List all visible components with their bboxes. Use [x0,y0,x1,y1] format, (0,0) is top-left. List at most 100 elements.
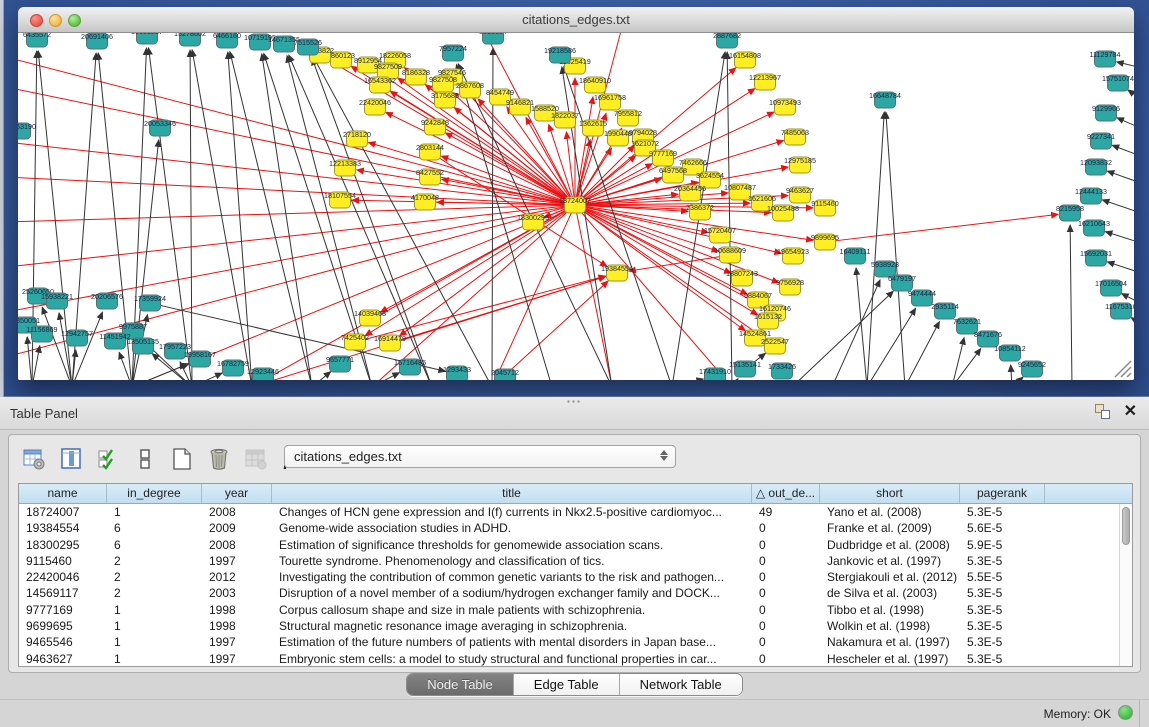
tab-network-table[interactable]: Network Table [620,674,742,695]
cell[interactable]: Estimation of the future numbers of pati… [272,634,752,650]
table-row[interactable]: 1830029562008Estimation of significance … [19,537,1132,553]
memory-ok-indicator[interactable] [1118,705,1133,720]
table-row[interactable]: 1872400712008Changes of HCN gene express… [19,504,1132,520]
cell[interactable]: 0 [752,618,820,634]
column-header-short[interactable]: short [820,484,960,503]
cell[interactable]: 5.3E-5 [960,585,1045,601]
cell[interactable]: 0 [752,634,820,650]
graph-edge[interactable] [1011,365,1012,380]
cell[interactable]: 0 [752,602,820,618]
cell[interactable]: 18300295 [19,537,107,553]
graph-edge[interactable] [357,170,567,204]
graph-edge[interactable] [566,132,574,197]
cell[interactable]: 6 [107,537,202,553]
graph-edge[interactable] [672,379,703,380]
cell[interactable]: 1997 [202,553,272,569]
cell[interactable]: 1 [107,602,202,618]
cell[interactable]: 0 [752,651,820,667]
cell[interactable]: 5.3E-5 [960,602,1045,618]
cell[interactable]: 5.3E-5 [960,651,1045,667]
graph-edge[interactable] [1117,118,1134,127]
graph-edge[interactable] [727,52,732,380]
cell[interactable]: 5.3E-5 [960,553,1045,569]
splitter-grip-icon[interactable] [566,399,580,405]
graph-edge[interactable] [1070,225,1072,380]
table-options-icon[interactable] [21,446,47,472]
cell[interactable]: 2003 [202,585,272,601]
cell[interactable]: 0 [752,553,820,569]
graph-edge[interactable] [732,379,738,380]
cell[interactable]: 1998 [202,618,272,634]
graph-edge[interactable] [149,48,192,380]
cell[interactable]: Wolkin et al. (1998) [820,618,960,634]
cell[interactable]: 1 [107,504,202,520]
graph-edge[interactable] [792,291,893,380]
graph-edge[interactable] [18,205,567,222]
cell[interactable]: 2 [107,585,202,601]
table-row[interactable]: 1456911722003Disruption of a novel membe… [19,585,1132,601]
graph-edge[interactable] [372,373,399,380]
network-canvas[interactable]: 1872400711325419182260589860123891295498… [18,33,1134,380]
cell[interactable]: 9699695 [19,618,107,634]
cell[interactable]: 1997 [202,634,272,650]
cell[interactable]: Tibbo et al. (1998) [820,602,960,618]
cell[interactable]: Embryonic stem cells: a model to study s… [272,651,752,667]
cell[interactable]: 2009 [202,520,272,536]
cell[interactable]: 0 [752,585,820,601]
graph-edge[interactable] [1107,171,1134,182]
column-header-out_de[interactable]: △ out_de... [752,484,820,503]
cell[interactable]: 0 [752,537,820,553]
cell[interactable]: 5.3E-5 [960,618,1045,634]
network-graph[interactable]: 1872400711325419182260589860123891295498… [18,33,1134,380]
table-row[interactable]: 911546021997Tourette syndrome. Phenomeno… [19,553,1132,569]
graph-edge[interactable] [1122,294,1134,302]
cell[interactable]: Structural magnetic resonance image aver… [272,618,752,634]
cell[interactable]: Estimation of significance thresholds fo… [272,537,752,553]
graph-edge[interactable] [867,308,916,380]
table-row[interactable]: 1938455462009Genome-wide association stu… [19,520,1132,536]
select-all-icon[interactable] [95,446,121,472]
cell[interactable]: Jankovic et al. (1997) [820,553,960,569]
network-window-titlebar[interactable]: citations_edges.txt [18,7,1134,33]
cell[interactable]: 9115460 [19,553,107,569]
cell[interactable]: Nakamura et al. (1997) [820,634,960,650]
cell[interactable]: Disruption of a novel member of a sodium… [272,585,752,601]
cell[interactable]: 2012 [202,569,272,585]
table-row[interactable]: 2242004622012Investigating the contribut… [19,569,1132,585]
graph-edge[interactable] [1112,145,1134,155]
graph-edge[interactable] [1117,62,1134,67]
graph-edge[interactable] [32,346,40,380]
clear-selection-icon[interactable] [132,446,158,472]
float-panel-icon[interactable] [1095,404,1110,419]
cell[interactable]: 5.9E-5 [960,537,1045,553]
cell[interactable]: 9777169 [19,602,107,618]
cell[interactable]: 5.3E-5 [960,634,1045,650]
cell[interactable]: Yano et al. (2008) [820,504,960,520]
cell[interactable]: 1 [107,651,202,667]
graph-edge[interactable] [886,112,905,380]
import-table-icon[interactable] [243,446,269,472]
graph-edge[interactable] [228,52,252,380]
graph-edge[interactable] [400,210,569,336]
table-row[interactable]: 946554611997Estimation of the future num… [19,634,1132,650]
graph-edge[interactable] [1012,377,1023,380]
delete-table-icon[interactable] [206,446,232,472]
cell[interactable]: Stergiakouli et al. (2012) [820,569,960,585]
new-table-icon[interactable] [169,446,195,472]
table-row[interactable]: 969969511998Structural magnetic resonanc… [19,618,1132,634]
cell[interactable]: 1 [107,634,202,650]
column-header-name[interactable]: name [19,484,107,503]
graph-edge[interactable] [314,58,492,380]
tab-edge-table[interactable]: Edge Table [514,674,620,695]
cell[interactable]: 1997 [202,651,272,667]
cell[interactable]: 19384554 [19,520,107,536]
table-selector-dropdown[interactable]: citations_edges.txt [284,445,676,468]
graph-edge[interactable] [952,349,981,380]
cell[interactable]: Corpus callosum shape and size in male p… [272,602,752,618]
cell[interactable]: Dudbridge et al. (2008) [820,537,960,553]
cell[interactable]: 9465546 [19,634,107,650]
canvas-resize-grip[interactable] [1115,361,1131,377]
column-header-year[interactable]: year [202,484,272,503]
graph-edge[interactable] [833,214,1058,241]
cell[interactable]: 5.6E-5 [960,520,1045,536]
